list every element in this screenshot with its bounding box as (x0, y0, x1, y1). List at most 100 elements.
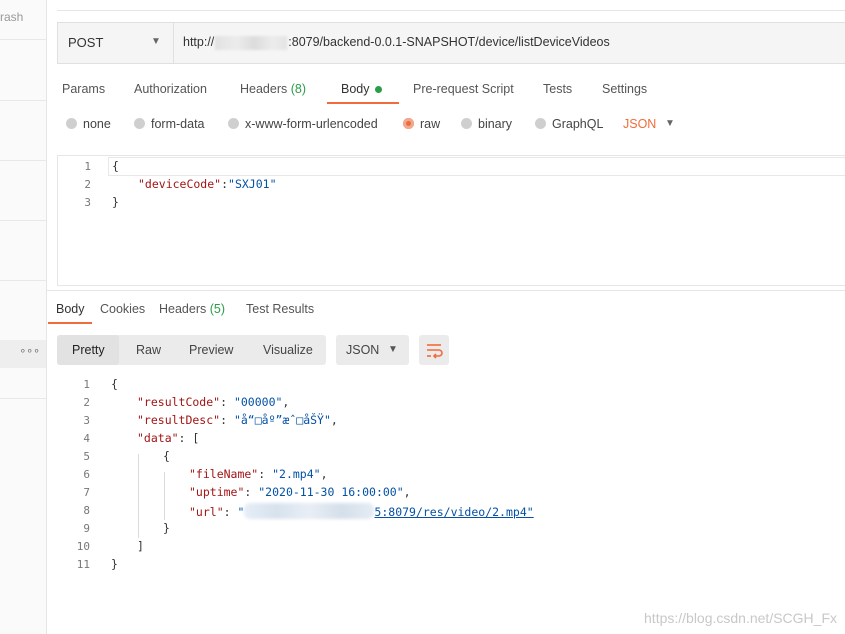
code-line: "url": " 5:8079/res/video/2.mp4" (189, 503, 534, 519)
json-key: "fileName" (189, 467, 259, 481)
code-open-brace: { (111, 377, 118, 391)
radio-circle-icon (66, 118, 77, 129)
radio-label: raw (420, 117, 441, 131)
sidebar-divider (0, 160, 46, 161)
indent-guide (138, 454, 139, 538)
tab-response-headers[interactable]: Headers (5) (159, 302, 225, 316)
language-select[interactable]: JSON (623, 117, 656, 131)
code-close-brace: } (111, 557, 118, 571)
line-number: 8 (83, 504, 90, 517)
radio-form-data[interactable]: form-data (134, 117, 205, 131)
request-tabs: Params Authorization Headers (8) Body Pr… (57, 74, 845, 104)
radio-raw[interactable]: raw (403, 117, 440, 131)
method-label: POST (68, 35, 104, 50)
request-bar: POST ▼ http:// :8079/backend-0.0.1-SNAPSH… (57, 22, 845, 64)
active-line-highlight (108, 157, 845, 176)
tab-label: Headers (240, 82, 288, 96)
json-value: "2020-11-30 16:00:00" (258, 485, 404, 499)
code-open-brace: { (163, 449, 170, 463)
radio-binary[interactable]: binary (461, 117, 512, 131)
radio-label: GraphQL (552, 117, 604, 131)
url-input[interactable]: http:// :8079/backend-0.0.1-SNAPSHOT/devi… (183, 35, 610, 50)
code-close-brace: } (112, 195, 119, 209)
code-line: "uptime": "2020-11-30 16:00:00", (189, 485, 411, 499)
tab-pre-request-script[interactable]: Pre-request Script (413, 82, 514, 96)
code-line: "fileName": "2.mp4", (189, 467, 328, 481)
line-number: 1 (84, 160, 91, 173)
response-format-select[interactable]: JSON ▼ (336, 335, 409, 365)
response-tabs: Body Cookies Headers (5) Test Results (46, 296, 845, 326)
chevron-down-icon[interactable]: ▼ (665, 118, 675, 129)
tab-label: Params (62, 82, 106, 96)
radio-label: binary (478, 117, 513, 131)
tab-count: (5) (209, 302, 226, 316)
visualize-button[interactable]: Visualize (263, 343, 313, 357)
code-line: "resultDesc": "å“□åº”æˆ□åŠŸ", (137, 413, 338, 427)
tab-label: Headers (159, 302, 207, 316)
radio-label: x-www-form-urlencoded (245, 117, 378, 131)
radio-selected-icon (403, 118, 414, 129)
tab-body[interactable]: Body (341, 82, 382, 96)
redacted-host (215, 35, 288, 50)
wrap-lines-button[interactable] (419, 335, 449, 365)
radio-circle-icon (228, 118, 239, 129)
tab-authorization[interactable]: Authorization (134, 82, 207, 96)
tab-label: Tests (543, 82, 573, 96)
watermark: https://blog.csdn.net/SCGH_Fx (644, 610, 837, 626)
request-body-editor[interactable]: 1 2 3 { "deviceCode":"SXJ01" } (57, 155, 845, 286)
response-divider (46, 290, 845, 291)
url-prefix: http:// (183, 35, 215, 49)
raw-button[interactable]: Raw (136, 343, 161, 357)
code-close-bracket: ] (137, 539, 144, 553)
tab-settings[interactable]: Settings (602, 82, 647, 96)
sidebar-divider (0, 39, 46, 40)
line-number: 7 (83, 486, 90, 499)
tab-headers[interactable]: Headers (8) (240, 82, 306, 96)
url-link[interactable]: 5:8079/res/video/2.mp4" (374, 505, 533, 519)
line-number: 1 (83, 378, 90, 391)
code-line: "deviceCode":"SXJ01" (138, 177, 277, 191)
sidebar-divider (0, 398, 46, 399)
json-key: "url" (189, 505, 224, 519)
tab-cookies[interactable]: Cookies (100, 302, 145, 316)
format-label: JSON (346, 343, 380, 357)
view-mode-group: Pretty Raw Preview Visualize (57, 335, 326, 365)
line-number: 11 (76, 558, 90, 571)
code-line: "data": [ (137, 431, 200, 445)
json-key: "resultDesc" (137, 413, 221, 427)
tab-tests[interactable]: Tests (543, 82, 572, 96)
tab-label: Settings (602, 82, 648, 96)
tab-test-results[interactable]: Test Results (246, 302, 314, 316)
json-value: "00000" (233, 395, 283, 409)
tab-response-body[interactable]: Body (56, 302, 85, 316)
pretty-button[interactable]: Pretty (72, 343, 105, 357)
more-options-icon[interactable]: ∘∘∘ (19, 344, 40, 357)
json-key: "resultCode" (137, 395, 221, 409)
json-key: "data" (137, 431, 179, 445)
radio-circle-icon (535, 118, 546, 129)
line-number: 2 (84, 178, 91, 191)
method-select[interactable]: POST ▼ (58, 23, 174, 63)
url-suffix: :8079/backend-0.0.1-SNAPSHOT/device/list… (288, 35, 610, 49)
radio-label: none (83, 117, 111, 131)
tab-params[interactable]: Params (62, 82, 105, 96)
collections-sidebar: rash ∘∘∘ (0, 0, 47, 634)
tab-label: Pre-request Script (413, 82, 514, 96)
active-tab-indicator (327, 102, 399, 104)
preview-button[interactable]: Preview (189, 343, 233, 357)
body-type-selector: none form-data x-www-form-urlencoded raw… (66, 117, 845, 137)
radio-none[interactable]: none (66, 117, 111, 131)
tab-label: Body (341, 82, 370, 96)
json-value: "å“□åº”æˆ□åŠŸ" (233, 413, 331, 427)
radio-graphql[interactable]: GraphQL (535, 117, 603, 131)
radio-circle-icon (461, 118, 472, 129)
radio-x-www-form-urlencoded[interactable]: x-www-form-urlencoded (228, 117, 378, 131)
active-tab-indicator (48, 322, 92, 324)
tab-strip-border (57, 10, 845, 11)
sidebar-fragment-text: rash (0, 10, 24, 24)
response-body-viewer[interactable]: 1 2 3 4 5 6 7 8 9 10 11 { "resultCode": … (57, 374, 845, 574)
radio-label: form-data (151, 117, 205, 131)
line-number: 3 (83, 414, 90, 427)
line-number: 9 (83, 522, 90, 535)
json-bracket: [ (192, 431, 200, 445)
